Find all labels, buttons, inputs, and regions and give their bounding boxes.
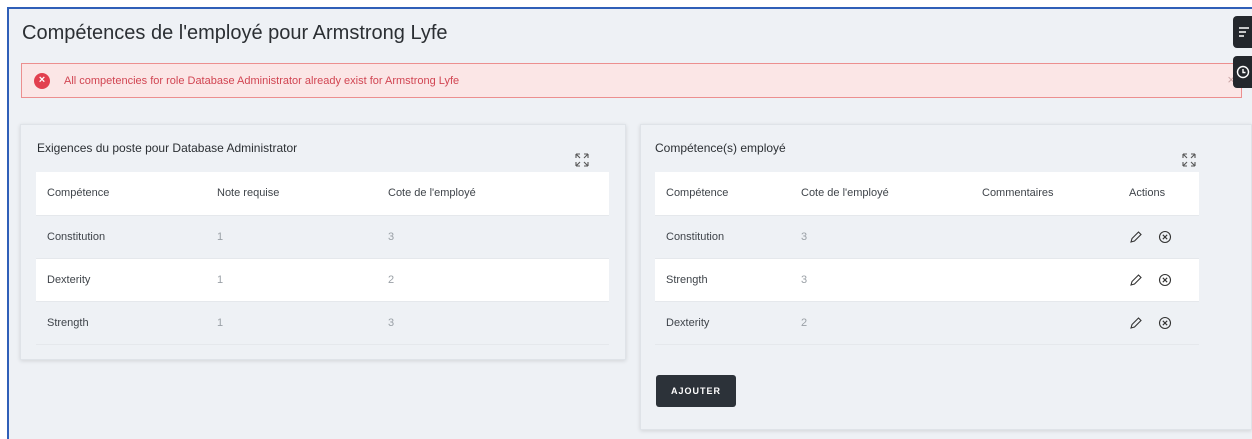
filter-list-button[interactable] [1233, 16, 1252, 48]
job-requirements-title: Exigences du poste pour Database Adminis… [37, 141, 298, 155]
employee-competencies-title: Compétence(s) employé [655, 141, 786, 155]
competence-cell: Constitution [655, 215, 790, 259]
actions-cell [1118, 301, 1199, 345]
column-header: Note requise [206, 172, 377, 216]
delete-circle-icon[interactable] [1158, 273, 1172, 287]
error-circle-icon: × [34, 72, 50, 89]
page-title: Compétences de l'employé pour Armstrong … [22, 22, 448, 44]
edit-pencil-icon[interactable] [1129, 316, 1143, 330]
column-header: Actions [1118, 172, 1199, 216]
employee-competencies-table: Compétence Cote de l'employé Commentaire… [655, 172, 1199, 345]
employee-competencies-card: Compétence(s) employé Compétence Cote de… [640, 124, 1252, 430]
comments-cell [971, 301, 1118, 345]
competence-cell: Dexterity [655, 301, 790, 345]
comments-cell [971, 258, 1118, 302]
required-cell: 1 [206, 301, 377, 345]
table-row: Strength 3 [655, 258, 1199, 302]
column-header: Compétence [655, 172, 790, 216]
rating-cell: 3 [790, 258, 971, 302]
add-button[interactable]: AJOUTER [656, 375, 736, 407]
required-cell: 1 [206, 258, 377, 302]
rating-cell: 3 [377, 215, 609, 259]
edit-pencil-icon[interactable] [1129, 230, 1143, 244]
column-header: Cote de l'employé [790, 172, 971, 216]
error-alert: × All competencies for role Database Adm… [21, 63, 1242, 98]
table-row: Dexterity 1 2 [36, 258, 609, 302]
alert-message: All competencies for role Database Admin… [64, 74, 460, 87]
table-row: Strength 1 3 [36, 301, 609, 345]
column-header: Commentaires [971, 172, 1118, 216]
competence-cell: Constitution [36, 215, 206, 259]
history-button[interactable] [1233, 56, 1252, 88]
actions-cell [1118, 258, 1199, 302]
table-row: Constitution 3 [655, 215, 1199, 259]
clock-icon [1236, 65, 1250, 79]
delete-circle-icon[interactable] [1158, 230, 1172, 244]
expand-icon[interactable] [575, 153, 589, 167]
comments-cell [971, 215, 1118, 259]
table-row: Dexterity 2 [655, 301, 1199, 345]
filter-list-icon [1239, 27, 1249, 37]
table-row: Constitution 1 3 [36, 215, 609, 259]
rating-cell: 2 [377, 258, 609, 302]
competence-cell: Strength [655, 258, 790, 302]
competence-cell: Dexterity [36, 258, 206, 302]
column-header: Cote de l'employé [377, 172, 609, 216]
rating-cell: 3 [377, 301, 609, 345]
delete-circle-icon[interactable] [1158, 316, 1172, 330]
column-header: Compétence [36, 172, 206, 216]
job-requirements-table: Compétence Note requise Cote de l'employ… [36, 172, 609, 345]
edit-pencil-icon[interactable] [1129, 273, 1143, 287]
rating-cell: 3 [790, 215, 971, 259]
required-cell: 1 [206, 215, 377, 259]
job-requirements-card: Exigences du poste pour Database Adminis… [20, 124, 626, 360]
expand-icon[interactable] [1182, 153, 1196, 167]
competence-cell: Strength [36, 301, 206, 345]
rating-cell: 2 [790, 301, 971, 345]
actions-cell [1118, 215, 1199, 259]
